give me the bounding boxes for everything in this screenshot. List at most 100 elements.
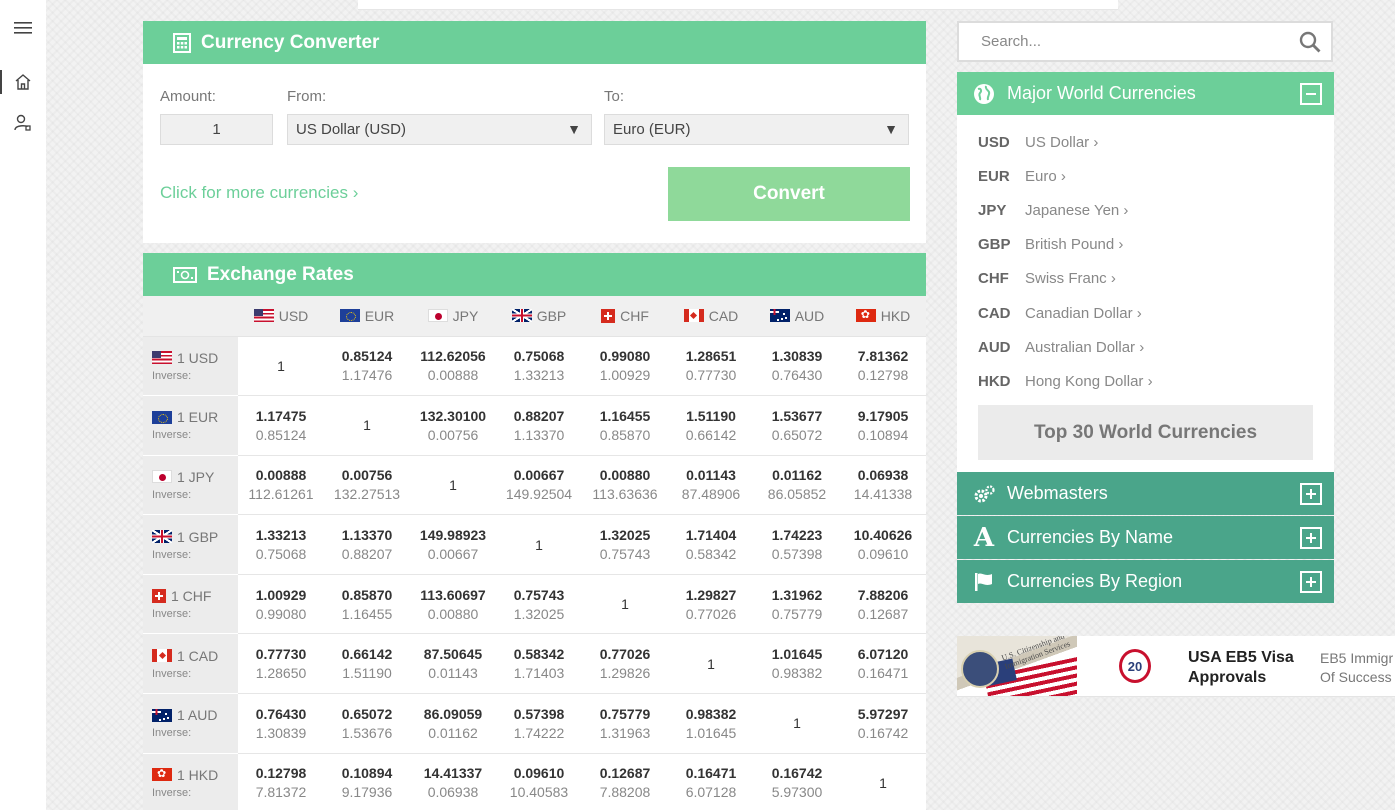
rate-value: 0.75779 — [599, 705, 651, 722]
rate-value: 0.77730 — [255, 646, 307, 663]
rate-cell: 1.33213 0.75068 — [238, 514, 324, 575]
row-header[interactable]: 1 GBP Inverse: — [143, 514, 238, 575]
left-rail — [0, 0, 46, 810]
flag-aud-icon — [152, 708, 172, 722]
rate-cell: 0.77730 1.28650 — [238, 633, 324, 695]
inverse-value: 149.92504 — [505, 486, 573, 503]
rate-value: 0.65072 — [341, 705, 393, 722]
rate-value: 1.74223 — [771, 527, 823, 544]
flag-chf-icon — [152, 589, 166, 604]
rate-value: 1.30839 — [771, 348, 823, 365]
rate-cell: 1.17475 0.85124 — [238, 395, 324, 456]
rate-value: 1.71404 — [685, 527, 737, 544]
currency-link-eur[interactable]: EUR Euro › — [978, 159, 1334, 193]
rate-cell: 0.16742 5.97300 — [754, 753, 840, 810]
amount-value: 1 — [212, 121, 221, 138]
inverse-value: 0.58342 — [685, 546, 737, 563]
ad-image: U.S. Citizenship and Immigration Service… — [957, 636, 1077, 696]
rate-value: 0.09610 — [513, 765, 565, 782]
column-header-jpy[interactable]: JPY — [410, 296, 496, 337]
converter-title: Currency Converter — [201, 31, 380, 53]
rate-cell: 0.57398 1.74222 — [496, 693, 582, 754]
rate-cell: 86.09059 0.01162 — [410, 693, 496, 754]
home-icon[interactable] — [0, 67, 46, 97]
expand-icon[interactable] — [1300, 571, 1322, 593]
inverse-value: 132.27513 — [333, 486, 401, 503]
rate-value: 14.41337 — [423, 765, 483, 782]
rate-cell: 1.31962 0.75779 — [754, 574, 840, 635]
table-row: 1 AUD Inverse: 0.76430 1.30839 0.65072 1.5367… — [143, 693, 926, 754]
currency-link-chf[interactable]: CHF Swiss Franc › — [978, 262, 1334, 296]
inverse-value: 0.12798 — [857, 367, 909, 384]
row-header[interactable]: 1 CHF Inverse: — [143, 574, 238, 635]
column-header-hkd[interactable]: HKD — [840, 296, 926, 337]
column-header-cad[interactable]: CAD — [668, 296, 754, 337]
expand-icon[interactable] — [1300, 527, 1322, 549]
row-header[interactable]: 1 EUR Inverse: — [143, 395, 238, 456]
rate-value: 132.30100 — [419, 407, 487, 424]
column-header-eur[interactable]: EUR — [324, 296, 410, 337]
more-currencies-link[interactable]: Click for more currencies › — [160, 183, 358, 203]
row-label: 1 EUR — [177, 409, 219, 426]
currency-link-gbp[interactable]: GBP British Pound › — [978, 228, 1334, 262]
ad-badge: 20 — [1119, 649, 1151, 683]
currency-name: Japanese Yen › — [1025, 201, 1129, 219]
collapse-icon[interactable] — [1300, 83, 1322, 105]
row-header[interactable]: 1 HKD Inverse: — [143, 753, 238, 810]
expand-icon[interactable] — [1300, 483, 1322, 505]
row-header[interactable]: 1 AUD Inverse: — [143, 693, 238, 754]
rate-cell: 1.16455 0.85870 — [582, 395, 668, 456]
rate-cell: 0.85870 1.16455 — [324, 574, 410, 635]
currency-link-aud[interactable]: AUD Australian Dollar › — [978, 330, 1334, 364]
banknote-icon — [173, 266, 197, 283]
rate-cell: 0.00880 113.63636 — [582, 455, 668, 516]
rate-cell: 1.53677 0.65072 — [754, 395, 840, 456]
column-header-label: HKD — [880, 307, 911, 324]
column-header-usd[interactable]: USD — [238, 296, 324, 337]
flag-cad-icon — [683, 309, 704, 323]
convert-button[interactable]: Convert — [668, 167, 910, 221]
rate-value: 149.98923 — [419, 527, 487, 544]
column-header-gbp[interactable]: GBP — [496, 296, 582, 337]
rate-value: 0.77026 — [599, 646, 651, 663]
currencies-by-name-panel[interactable]: A Currencies By Name — [957, 516, 1334, 559]
ad-description-line: EB5 Immigr — [1320, 650, 1394, 666]
column-header-chf[interactable]: CHF — [582, 296, 668, 337]
row-header[interactable]: 1 CAD Inverse: — [143, 633, 238, 695]
account-icon[interactable] — [0, 108, 46, 138]
top-30-currencies-button[interactable]: Top 30 World Currencies — [978, 405, 1313, 460]
currency-link-jpy[interactable]: JPY Japanese Yen › — [978, 193, 1334, 227]
rate-cell: 1.00929 0.99080 — [238, 574, 324, 635]
flag-cad-icon — [152, 649, 172, 663]
row-label: 1 USD — [177, 349, 219, 366]
to-currency-value: Euro (EUR) — [613, 121, 691, 138]
currency-code: USD — [978, 133, 1010, 151]
row-header[interactable]: 1 USD Inverse: — [143, 336, 238, 397]
rate-cell: 1 — [754, 693, 840, 754]
rate-cell: 0.12798 7.81372 — [238, 753, 324, 810]
currencies-by-region-panel[interactable]: Currencies By Region — [957, 560, 1334, 603]
amount-input[interactable]: 1 — [160, 114, 273, 145]
menu-icon[interactable] — [0, 13, 46, 43]
currency-link-usd[interactable]: USD US Dollar › — [978, 125, 1334, 159]
to-currency-select[interactable]: Euro (EUR) ▼ — [604, 114, 909, 145]
currency-link-hkd[interactable]: HKD Hong Kong Dollar › — [978, 364, 1334, 398]
rate-cell: 1 — [324, 395, 410, 456]
search-input[interactable]: Search... — [957, 21, 1333, 62]
currency-link-cad[interactable]: CAD Canadian Dollar › — [978, 296, 1334, 330]
rate-value: 1.16455 — [599, 407, 651, 424]
rate-value: 0.06938 — [857, 467, 909, 484]
major-currencies-header[interactable]: Major World Currencies — [957, 72, 1334, 115]
flag-jpy-icon — [152, 470, 172, 484]
inverse-label: Inverse: — [152, 786, 192, 799]
advertisement[interactable]: U.S. Citizenship and Immigration Service… — [957, 636, 1395, 697]
from-currency-select[interactable]: US Dollar (USD) ▼ — [287, 114, 592, 145]
inverse-value: 0.85870 — [599, 426, 651, 443]
search-icon[interactable] — [1299, 31, 1321, 57]
inverse-value: 0.00756 — [427, 426, 479, 443]
row-header[interactable]: 1 JPY Inverse: — [143, 455, 238, 516]
rate-value: 1.29827 — [685, 586, 737, 603]
column-header-aud[interactable]: AUD — [754, 296, 840, 337]
webmasters-panel[interactable]: Webmasters — [957, 472, 1334, 515]
inverse-value: 112.61261 — [248, 486, 314, 503]
